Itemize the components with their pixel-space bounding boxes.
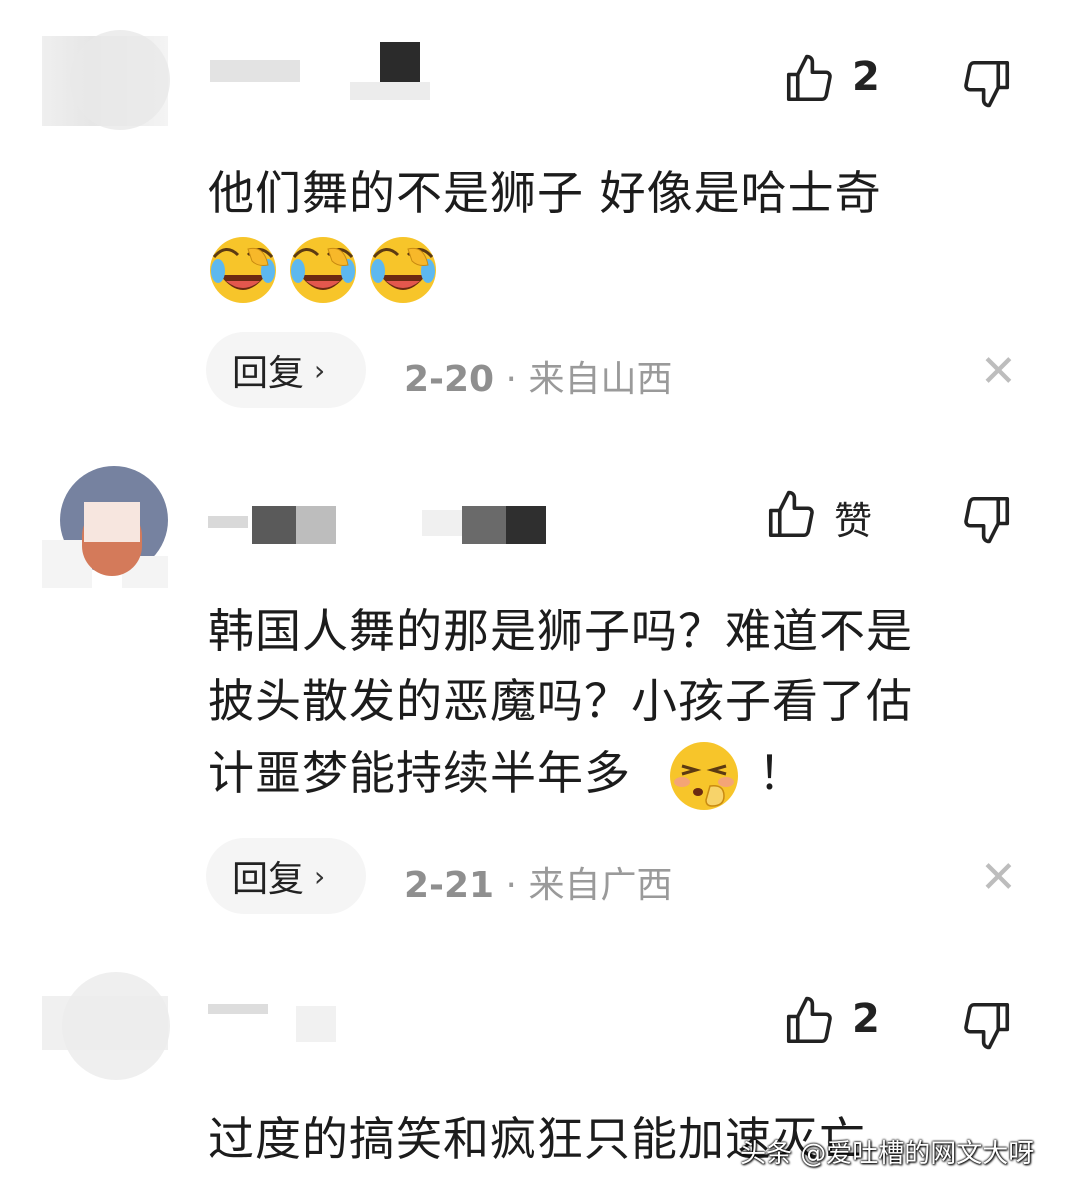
- thumbs-up-icon[interactable]: [782, 994, 836, 1048]
- close-icon[interactable]: ✕: [980, 856, 1017, 900]
- username-redacted[interactable]: [208, 516, 248, 528]
- comment-location: 来自广西: [528, 865, 673, 906]
- comment-text: 披头散发的恶魔吗？小孩子看了估: [208, 674, 913, 728]
- watermark: 头条 @爱吐槽的网文大呀: [740, 1139, 1035, 1169]
- username-redacted-block: [296, 506, 336, 544]
- comment-text: 计噩梦能持续半年多: [208, 746, 631, 800]
- comment-trailing-text: ！: [758, 746, 805, 800]
- avatar-shape: [62, 972, 170, 1080]
- comment-meta: 2-20 · 来自山西: [404, 350, 672, 402]
- thumbs-up-icon[interactable]: [764, 488, 818, 542]
- avatar-shape: [70, 30, 170, 130]
- like-count: 2: [852, 996, 880, 1042]
- laugh-cry-emoji: [370, 237, 436, 303]
- reply-label: 回复: [232, 859, 305, 900]
- username-redacted: [350, 82, 430, 100]
- laugh-cry-emoji: [210, 237, 276, 303]
- close-icon[interactable]: ✕: [980, 350, 1017, 394]
- comment-text: 他们舞的不是狮子 好像是哈士奇: [208, 166, 882, 220]
- meta-separator: ·: [505, 865, 517, 906]
- comment-text: 韩国人舞的那是狮子吗？难道不是: [208, 604, 913, 658]
- username-redacted[interactable]: [208, 1004, 268, 1014]
- username-redacted: [296, 1006, 336, 1042]
- avatar[interactable]: [42, 466, 168, 588]
- shush-face-emoji: [670, 742, 738, 810]
- thumbs-down-icon[interactable]: [960, 492, 1014, 546]
- chevron-right-icon: ›: [314, 353, 326, 387]
- username-redacted-block: [462, 506, 506, 544]
- thumbs-down-icon[interactable]: [960, 56, 1014, 110]
- reply-label: 回复: [232, 353, 305, 394]
- like-count: 2: [852, 54, 880, 100]
- chevron-right-icon: ›: [314, 859, 326, 893]
- username-redacted-block: [252, 506, 296, 544]
- comment-location: 来自山西: [528, 359, 673, 400]
- comment-date: 2-21: [404, 865, 495, 906]
- reply-button[interactable]: 回复 ›: [206, 332, 366, 408]
- thumbs-down-icon[interactable]: [960, 998, 1014, 1052]
- comment-meta: 2-21 · 来自广西: [404, 856, 672, 908]
- username-redacted[interactable]: [210, 60, 300, 82]
- meta-separator: ·: [505, 359, 517, 400]
- thumbs-up-icon[interactable]: [782, 52, 836, 106]
- like-label: 赞: [834, 499, 873, 543]
- username-redacted: [422, 510, 462, 536]
- username-redacted-block: [506, 506, 546, 544]
- laugh-cry-emoji: [290, 237, 356, 303]
- comment-date: 2-20: [404, 359, 495, 400]
- username-redacted-block: [380, 42, 420, 82]
- reply-button[interactable]: 回复 ›: [206, 838, 366, 914]
